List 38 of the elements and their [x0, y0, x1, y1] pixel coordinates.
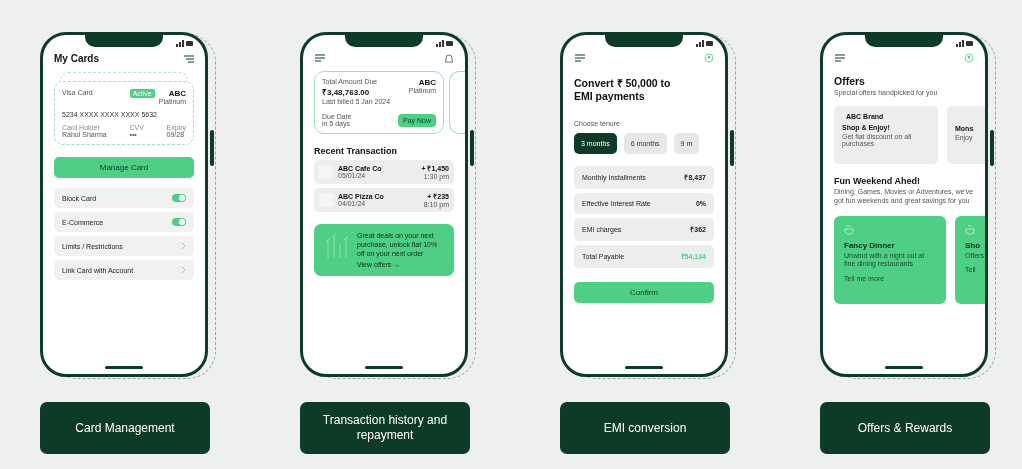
confirm-button[interactable]: Confirm	[574, 282, 714, 304]
event-title: Sho	[965, 240, 982, 250]
menu-icon	[834, 53, 846, 63]
signal-icon	[176, 39, 193, 47]
home-indicator	[625, 366, 663, 369]
screen-title: My Cards	[54, 53, 99, 64]
bank-name: ABC	[417, 78, 436, 87]
section-title: Recent Transaction	[314, 146, 399, 156]
home-indicator	[105, 366, 143, 369]
signal-icon	[696, 39, 713, 47]
toggle-switch[interactable]	[172, 194, 186, 202]
feature-label: Offers & Rewards	[820, 402, 990, 454]
screen-title: Offers	[834, 75, 866, 87]
signal-icon	[436, 39, 453, 47]
menu-icon	[314, 53, 326, 63]
event-title: Fancy Dinner	[844, 240, 896, 250]
cup-icon	[844, 223, 854, 235]
feature-label: Card Management	[40, 402, 210, 454]
profile-icon	[964, 53, 974, 63]
screen-title: Convert ₹ 50,000 to EMI payments	[574, 77, 672, 103]
manage-card-button[interactable]: Manage Card	[54, 157, 194, 178]
next-bill-card	[449, 71, 465, 134]
home-indicator	[365, 366, 403, 369]
feature-label: Transaction history and repayment	[300, 402, 470, 454]
bell-icon	[444, 53, 454, 63]
menu-icon	[574, 53, 586, 63]
cup-icon	[965, 223, 975, 235]
signal-icon	[956, 39, 973, 47]
section-title: Fun Weekend Ahed!	[834, 176, 921, 186]
toggle-switch[interactable]	[172, 218, 186, 226]
bank-name: ABC	[167, 89, 186, 98]
chevron-right-icon	[181, 242, 186, 250]
home-indicator	[885, 366, 923, 369]
profile-icon	[704, 53, 714, 63]
chevron-right-icon	[181, 266, 186, 274]
menu-icon	[184, 54, 194, 63]
amount-due: ₹3,48,763.00	[322, 87, 371, 97]
feature-label: EMI conversion	[560, 402, 730, 454]
